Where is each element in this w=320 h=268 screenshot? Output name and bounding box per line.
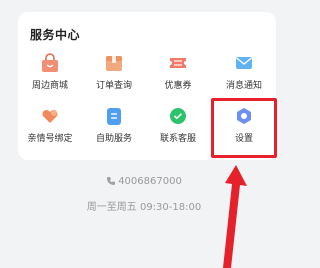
service-item-family-binding[interactable]: 亲情号绑定 <box>18 105 82 153</box>
service-item-label: 订单查询 <box>95 81 132 91</box>
service-item-label: 周边商城 <box>31 81 68 91</box>
service-item-label: 联系客服 <box>159 134 196 144</box>
family-heart-icon <box>42 109 58 123</box>
service-item-label: 消息通知 <box>225 81 262 91</box>
order-box-icon <box>106 56 122 71</box>
service-page: 服务中心 周边商城 订单查询 优惠券 消息通知 亲情号绑定 自助服务 联系客服 … <box>0 0 288 268</box>
settings-highlight-box <box>211 98 277 158</box>
envelope-icon <box>236 57 252 69</box>
contact-hours: 周一至周五 09:30-18:00 <box>86 202 202 213</box>
contact-phone-row[interactable]: 4006867000 <box>0 176 288 187</box>
service-item-label: 优惠券 <box>164 81 192 91</box>
contact-phone-number: 4006867000 <box>118 176 182 187</box>
coupon-icon <box>170 58 186 68</box>
wechat-chat-icon <box>170 108 186 124</box>
service-item-mall[interactable]: 周边商城 <box>18 52 82 100</box>
phone-icon <box>107 177 116 185</box>
shopping-bag-icon <box>42 53 58 72</box>
service-item-label: 亲情号绑定 <box>27 134 73 144</box>
service-center-title: 服务中心 <box>30 28 81 42</box>
service-item-label: 自助服务 <box>95 134 132 144</box>
service-item-self-service[interactable]: 自助服务 <box>82 105 146 153</box>
service-item-notifications[interactable]: 消息通知 <box>212 52 276 100</box>
self-service-icon <box>107 108 121 125</box>
service-item-coupon[interactable]: 优惠券 <box>146 52 210 100</box>
service-item-contact-support[interactable]: 联系客服 <box>146 105 210 153</box>
service-item-order-query[interactable]: 订单查询 <box>82 52 146 100</box>
